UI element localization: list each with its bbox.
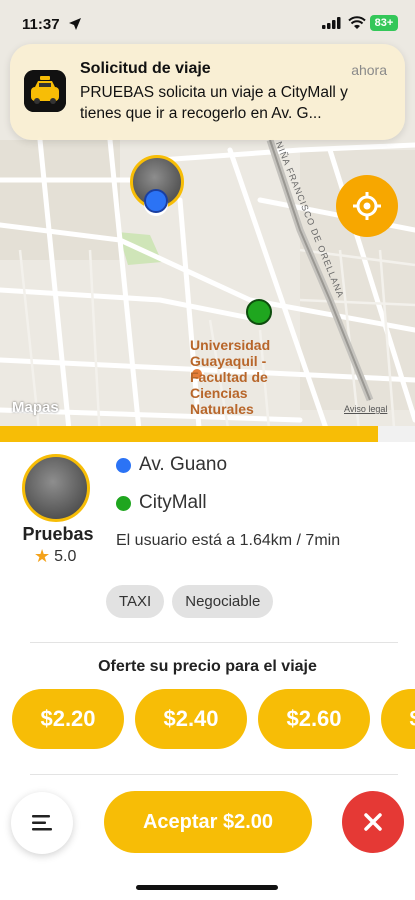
trip-request-notification[interactable]: Solicitud de viaje ahora PRUEBAS solicit… (10, 44, 405, 140)
crosshair-icon (353, 192, 381, 220)
legal-link[interactable]: Aviso legal (344, 404, 387, 414)
avatar (22, 454, 90, 522)
tag-negotiable: Negociable (172, 585, 274, 618)
price-option-button[interactable]: $2.40 (135, 689, 247, 749)
close-icon (364, 813, 382, 831)
star-icon: ★ (34, 546, 51, 566)
origin-row: Av. Guano (116, 454, 227, 476)
menu-button[interactable] (11, 792, 73, 854)
user-rating: ★ 5.0 (34, 546, 76, 567)
price-options: $2.20 $2.40 $2.60 $2.80 (12, 689, 415, 749)
price-option-button[interactable]: $2.80 (381, 689, 415, 749)
origin-marker[interactable] (144, 189, 168, 213)
destination-address: CityMall (139, 492, 207, 513)
price-option-button[interactable]: $2.60 (258, 689, 370, 749)
status-bar: 11:37 83+ (0, 0, 415, 48)
tag-service: TAXI (106, 585, 165, 618)
trip-progress-fill (0, 426, 378, 442)
offer-title: Oferte su precio para el viaje (98, 658, 317, 675)
destination-marker[interactable] (246, 299, 272, 325)
taxi-app-icon (24, 70, 66, 112)
origin-dot-icon (116, 457, 131, 473)
trip-details-sheet: Pruebas ★ 5.0 Av. Guano CityMall El usua… (0, 442, 415, 900)
distance-text: El usuario está a 1.64km / 7min (116, 532, 341, 549)
locate-button[interactable] (336, 175, 398, 237)
wifi-icon (348, 16, 366, 29)
divider (30, 642, 398, 643)
reject-button[interactable] (342, 791, 404, 853)
menu-lines-icon (32, 815, 52, 831)
maps-attribution: Mapas (12, 399, 59, 416)
destination-dot-icon (116, 495, 131, 511)
notification-time: ahora (351, 62, 387, 78)
divider (30, 774, 398, 775)
rating-value: 5.0 (54, 547, 77, 565)
trip-tags: TAXI Negociable (106, 585, 274, 618)
location-arrow-icon (69, 18, 81, 30)
app-screen: NIÑA FRANCISCO DE ORELLANA Universidad G… (0, 0, 415, 900)
poi-label: Universidad Guayaquil - Facultad de Cien… (190, 337, 271, 417)
signal-icon (322, 17, 341, 29)
destination-row: CityMall (116, 492, 207, 514)
home-indicator (136, 885, 278, 890)
notification-body: PRUEBAS solicita un viaje a CityMall y t… (80, 84, 348, 122)
map-view[interactable]: NIÑA FRANCISCO DE ORELLANA Universidad G… (0, 0, 415, 440)
user-name: Pruebas (22, 524, 94, 544)
trip-progress-bar (0, 426, 415, 442)
origin-address: Av. Guano (139, 454, 228, 475)
price-option-button[interactable]: $2.20 (12, 689, 124, 749)
notification-title: Solicitud de viaje (80, 60, 211, 77)
accept-button[interactable]: Aceptar $2.00 (104, 791, 312, 853)
status-time: 11:37 (22, 16, 60, 33)
battery-icon: 83+ (370, 15, 398, 31)
